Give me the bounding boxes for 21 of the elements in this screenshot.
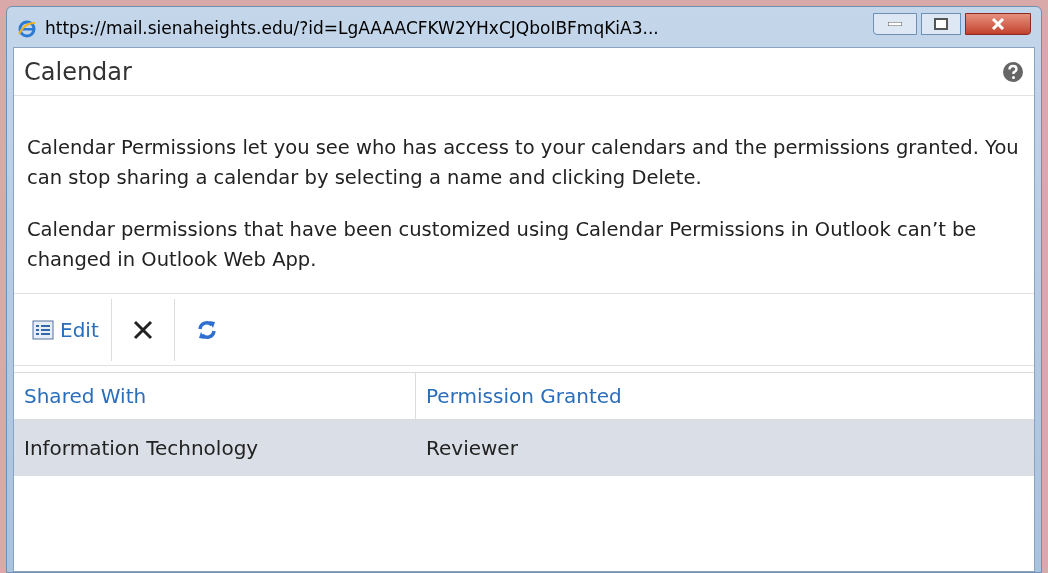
column-header[interactable]: Shared With: [14, 373, 416, 419]
description-text: Calendar Permissions let you see who has access to your calendars and the permissions granted. You can stop sharing a calendar by selecting a name and clicking Delete.: [27, 135, 1020, 191]
panel-title: Calendar: [24, 56, 132, 88]
column-header[interactable]: Permission Granted: [416, 373, 1034, 419]
maximize-icon: [934, 18, 948, 30]
close-icon: [991, 18, 1005, 30]
browser-icon: [17, 19, 37, 39]
window-title: https://mail.sienaheights.edu/?id=LgAAAACFKW2YHxCJQboIBFmqKiA3...: [45, 17, 659, 41]
table-cell-text: Reviewer: [425, 435, 519, 462]
list-icon: [32, 319, 54, 340]
maximize-button[interactable]: [921, 13, 961, 35]
delete-icon: [131, 318, 154, 341]
minimize-button[interactable]: [873, 13, 917, 35]
refresh-icon: [196, 318, 217, 341]
table-cell-text: Information Technology: [23, 435, 260, 462]
edit-button[interactable]: Edit: [14, 294, 111, 365]
help-icon[interactable]: [1002, 60, 1024, 83]
close-button[interactable]: [965, 13, 1031, 35]
table-row[interactable]: Information Technology Reviewer: [14, 420, 1034, 476]
minimize-icon: [888, 22, 902, 26]
description-text: Calendar permissions that have been customized using Calendar Permissions in Outlook can’t be changed in Outlook Web App.: [27, 217, 978, 273]
